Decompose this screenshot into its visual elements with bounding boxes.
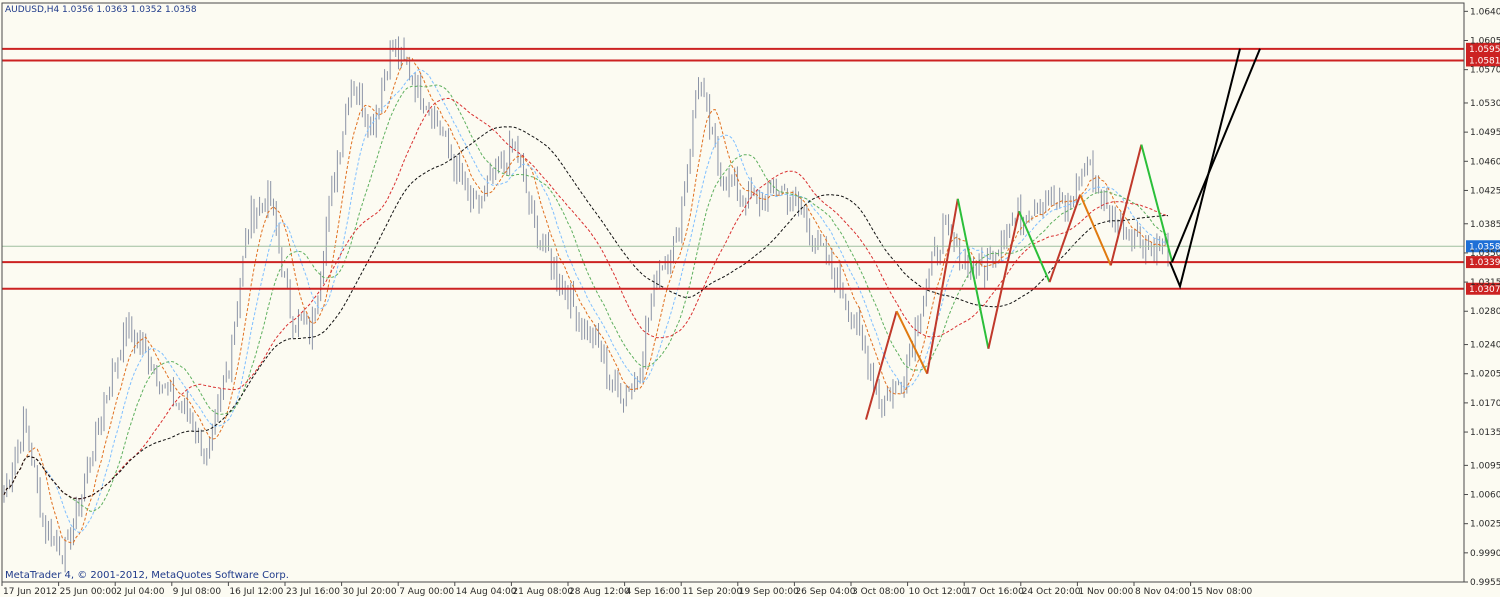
x-tick-label: 17 Oct 16:00 bbox=[965, 587, 1024, 597]
y-tick-label: 1.0240 bbox=[1470, 341, 1500, 351]
zigzag-segment bbox=[1079, 194, 1112, 266]
x-tick-label: 30 Jul 20:00 bbox=[343, 587, 397, 597]
moving-average-line bbox=[3, 97, 1169, 500]
y-tick-label: 1.0205 bbox=[1470, 370, 1500, 380]
y-tick-label: 1.0425 bbox=[1470, 186, 1500, 196]
x-tick-label: 26 Sep 04:00 bbox=[795, 587, 855, 597]
x-tick-label: 24 Oct 20:00 bbox=[1022, 587, 1081, 597]
x-tick-label: 7 Aug 00:00 bbox=[399, 587, 454, 597]
ohlc-label: 1.0356 1.0363 1.0352 1.0358 bbox=[62, 5, 197, 15]
y-tick-label: 1.0570 bbox=[1470, 66, 1500, 76]
y-tick-label: 1.0095 bbox=[1470, 461, 1500, 471]
chart-container: 1.0595 1.0581 1.0339 1.0307 1.0358 1.0640 1.0… bbox=[0, 0, 1500, 597]
moving-average-line bbox=[3, 57, 1169, 544]
y-tick-label: 0.9955 bbox=[1470, 578, 1500, 588]
y-tick-label: 1.0605 bbox=[1470, 36, 1500, 46]
moving-average-line bbox=[3, 84, 1169, 513]
y-tick-label: 1.0640 bbox=[1470, 7, 1500, 17]
candles-layer bbox=[3, 36, 1169, 573]
x-tick-label: 10 Oct 12:00 bbox=[909, 587, 968, 597]
copyright-label: MetaTrader 4, © 2001-2012, MetaQuotes So… bbox=[5, 570, 289, 581]
x-tick-label: 19 Sep 00:00 bbox=[739, 587, 799, 597]
projection-layer bbox=[1169, 48, 1261, 290]
x-tick-label: 2 Jul 04:00 bbox=[116, 587, 165, 597]
x-tick-label: 21 Aug 08:00 bbox=[512, 587, 573, 597]
y-tick-label: 1.0170 bbox=[1470, 399, 1500, 409]
x-tick-label: 4 Sep 16:00 bbox=[626, 587, 681, 597]
y-tick-label: 1.0315 bbox=[1470, 278, 1500, 288]
x-tick-label: 1 Nov 00:00 bbox=[1078, 587, 1133, 597]
y-tick-label: 1.0350 bbox=[1470, 249, 1500, 259]
y-tick-label: 1.0025 bbox=[1470, 520, 1500, 530]
y-tick-label: 0.9990 bbox=[1470, 549, 1500, 559]
moving-averages-layer bbox=[3, 57, 1169, 544]
level-price-label: 1.0339 bbox=[1469, 258, 1500, 268]
y-tick-label: 1.0280 bbox=[1470, 307, 1500, 317]
price-chart: 1.05951.05811.03391.03071.0358 1.06401.0… bbox=[1, 2, 1500, 597]
y-tick-label: 1.0495 bbox=[1470, 128, 1500, 138]
y-tick-label: 1.0135 bbox=[1470, 428, 1500, 438]
x-tick-label: 28 Aug 12:00 bbox=[569, 587, 630, 597]
x-tick-label: 11 Sep 20:00 bbox=[682, 587, 742, 597]
moving-average-line bbox=[3, 69, 1169, 534]
x-tick-label: 25 Jun 00:00 bbox=[60, 587, 117, 597]
x-tick-label: 3 Oct 08:00 bbox=[852, 587, 905, 597]
x-tick-label: 8 Nov 04:00 bbox=[1135, 587, 1190, 597]
projection-path bbox=[1169, 48, 1241, 290]
y-tick-label: 1.0530 bbox=[1470, 99, 1500, 109]
zigzag-layer bbox=[865, 144, 1173, 420]
x-tick-label: 16 Jul 12:00 bbox=[229, 587, 283, 597]
zigzag-segment bbox=[895, 310, 929, 375]
x-tick-label: 15 Nov 08:00 bbox=[1192, 587, 1253, 597]
y-tick-label: 1.0460 bbox=[1470, 157, 1500, 167]
zigzag-segment bbox=[956, 198, 990, 349]
y-tick-label: 1.0060 bbox=[1470, 491, 1500, 501]
axes-layer: 1.0640 1.0605 1.0570 1.0530 1.0495 1.0460 1.04… bbox=[1, 2, 1500, 597]
x-tick-label: 17 Jun 2012 bbox=[3, 587, 57, 597]
symbol-label: AUDUSD,H4 bbox=[5, 5, 60, 15]
x-tick-label: 9 Jul 08:00 bbox=[173, 587, 222, 597]
projection-path-secondary bbox=[1171, 48, 1261, 263]
y-tick-label: 1.0385 bbox=[1470, 220, 1500, 230]
plot-frame bbox=[1, 2, 1465, 583]
x-tick-label: 14 Aug 04:00 bbox=[456, 587, 517, 597]
x-tick-label: 23 Jul 16:00 bbox=[286, 587, 340, 597]
horizontal-levels-layer: 1.05951.05811.03391.03071.0358 bbox=[2, 42, 1500, 295]
